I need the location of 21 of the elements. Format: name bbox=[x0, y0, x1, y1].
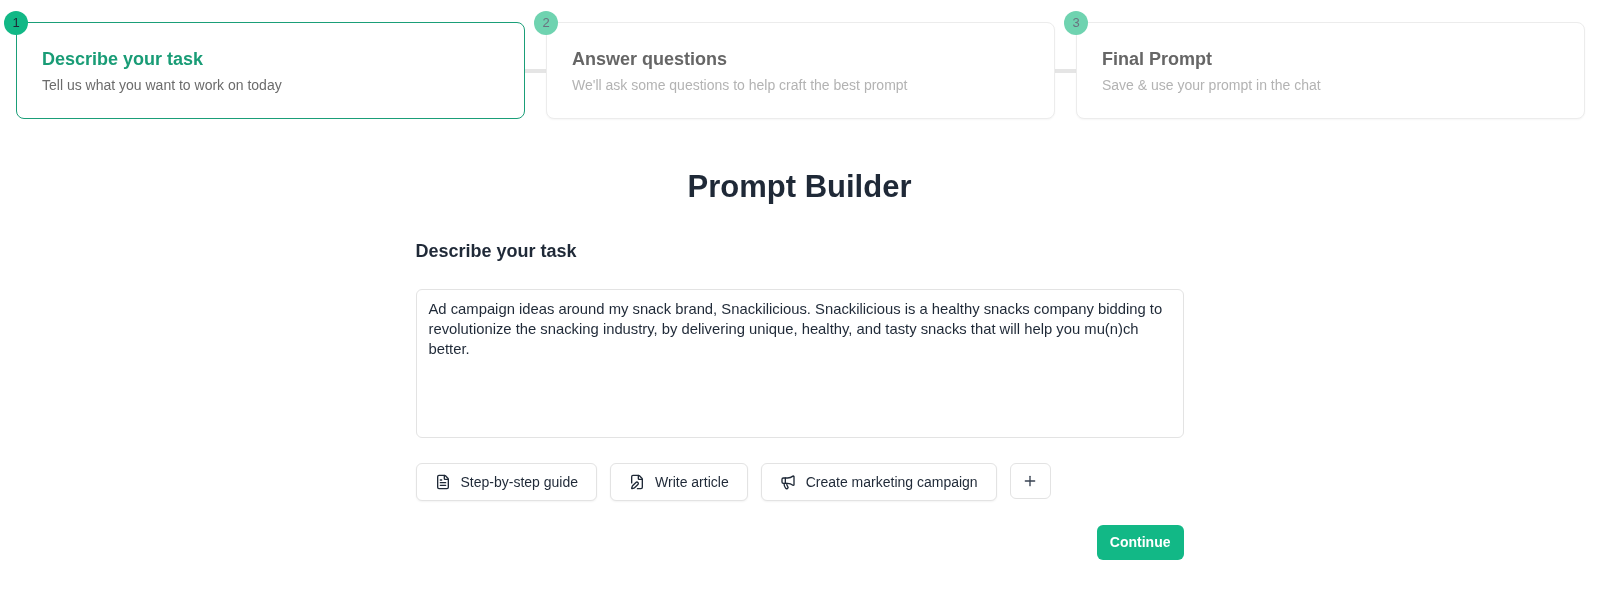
step-subtitle: Save & use your prompt in the chat bbox=[1102, 75, 1322, 95]
step-number: 2 bbox=[534, 11, 558, 35]
step-number: 1 bbox=[4, 11, 28, 35]
section-heading: Describe your task bbox=[415, 240, 578, 263]
step-connector bbox=[525, 68, 546, 73]
step-subtitle: Tell us what you want to work on today bbox=[42, 75, 283, 95]
suggestion-button[interactable]: Create marketing campaign bbox=[760, 463, 997, 501]
task-input[interactable]: Ad campaign ideas around my snack brand, Snackilicious. Snackilicious is a healthy snacks company bidding to revolutionize the snacking industry, by delivering unique, healthy, and tasty snacks that will help you mu(n)ch better. bbox=[415, 289, 1184, 438]
step-subtitle: We'll ask some questions to help craft the best prompt bbox=[572, 75, 909, 95]
step-connector bbox=[1055, 68, 1076, 73]
document-icon bbox=[434, 474, 451, 490]
document-pen-icon bbox=[629, 474, 646, 490]
add-button[interactable] bbox=[1009, 463, 1051, 499]
step-title: Answer questions bbox=[572, 47, 729, 71]
suggestion-button[interactable]: Step-by-step guide bbox=[415, 463, 598, 501]
suggestion-button[interactable]: Write article bbox=[610, 463, 748, 501]
step-title: Describe your task bbox=[42, 47, 205, 71]
step-title: Final Prompt bbox=[1102, 47, 1213, 71]
megaphone-icon bbox=[779, 474, 796, 490]
step-number: 3 bbox=[1064, 11, 1088, 35]
page-title: Prompt Builder bbox=[686, 168, 913, 206]
